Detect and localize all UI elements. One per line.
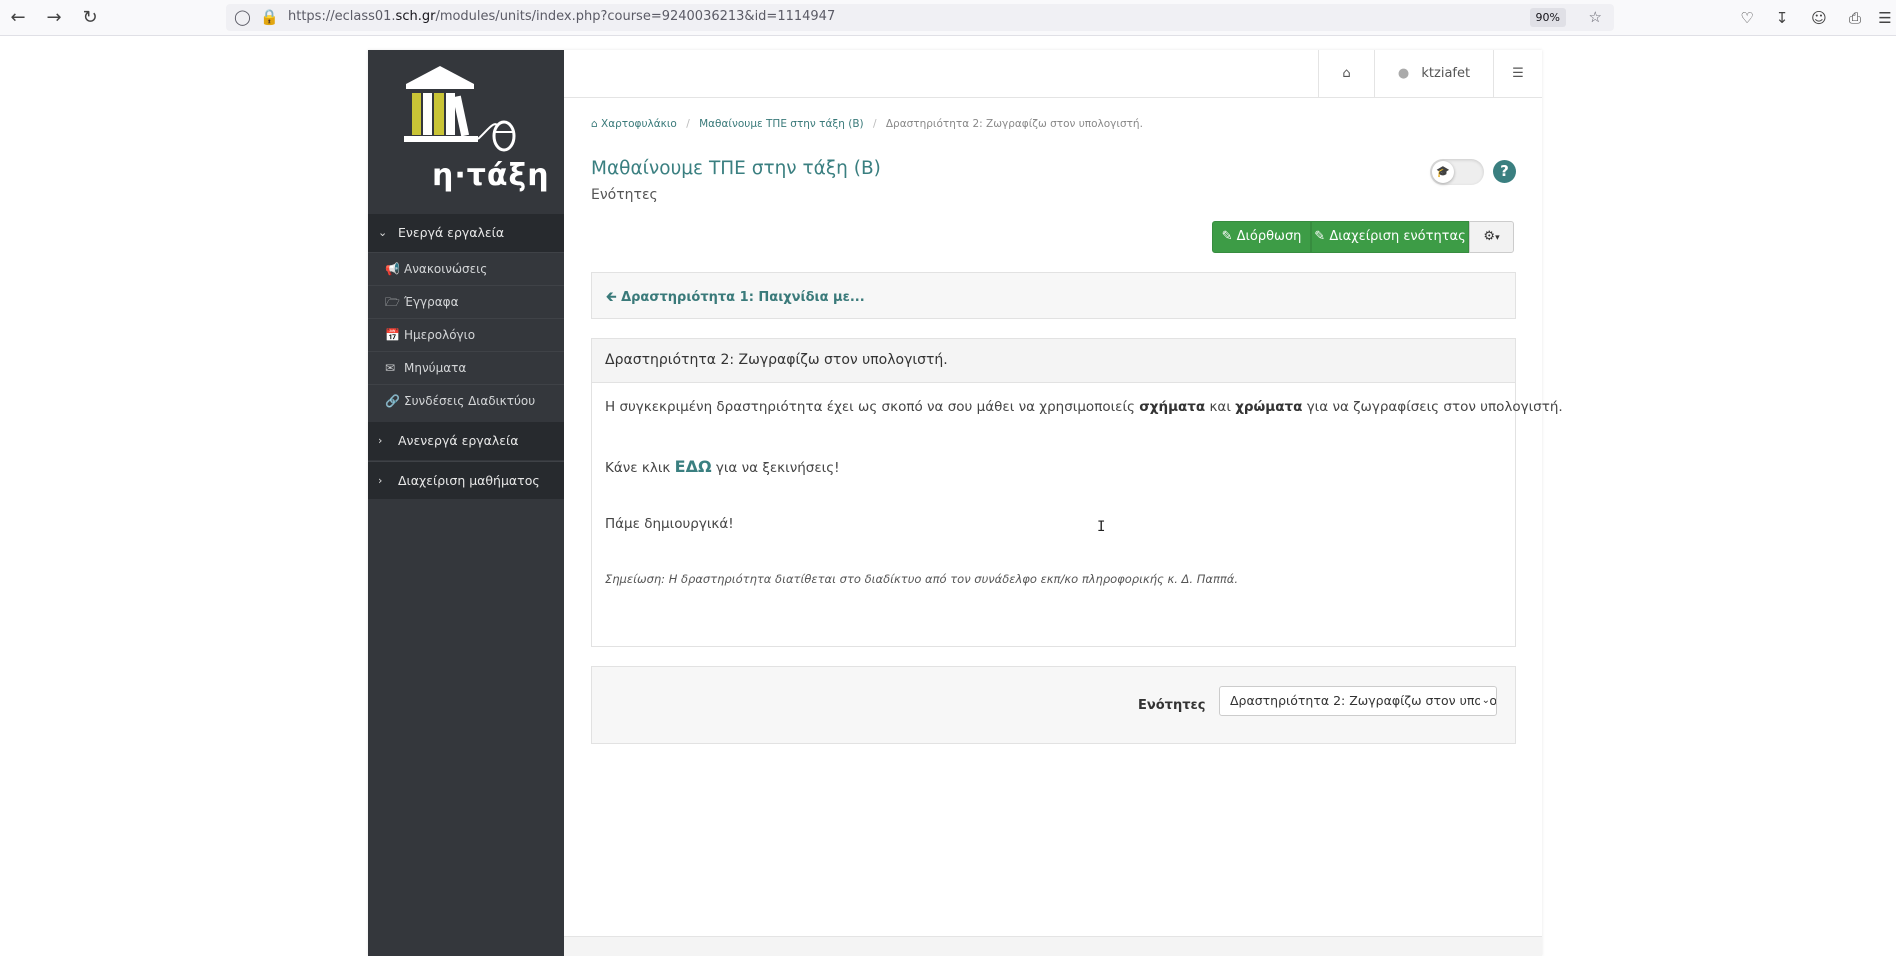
unit-click-instruction: Κάνε κλικ ΕΔΩ για να ξεκινήσεις! <box>605 457 840 476</box>
forward-icon[interactable]: → <box>42 6 66 30</box>
breadcrumb-current: Δραστηριότητα 2: Ζωγραφίζω στον υπολογισ… <box>885 118 1143 130</box>
chevron-down-icon: ⌄ <box>378 226 388 239</box>
breadcrumb: ⌂ Χαρτοφυλάκιο / Μαθαίνουμε ΤΠΕ στην τάξ… <box>591 118 1143 130</box>
unit-description: Η συγκεκριμένη δραστηριότητα έχει ως σκο… <box>605 399 1563 415</box>
shield-icon[interactable]: ◯ <box>234 7 251 27</box>
envelope-icon: ✉ <box>385 361 396 375</box>
chevron-down-icon: ⌄ <box>1479 687 1490 715</box>
folder-icon: 🗁 <box>385 295 400 309</box>
unit-note: Σημείωση: Η δραστηριότητα διατίθεται στο… <box>605 572 1239 586</box>
home-icon[interactable]: ⌂ <box>1318 50 1374 97</box>
text-cursor-icon: I <box>1097 519 1106 535</box>
user-menu[interactable]: ● ktziafet <box>1374 50 1493 97</box>
browser-toolbar: ← → ↻ ◯ 🔒 https://eclass01.sch.gr/module… <box>0 0 1896 36</box>
top-navbar: ⌂ ● ktziafet ☰ <box>564 50 1542 98</box>
breadcrumb-home[interactable]: ⌂ Χαρτοφυλάκιο <box>591 118 677 130</box>
breadcrumb-course[interactable]: Μαθαίνουμε ΤΠΕ στην τάξη (Β) <box>699 118 864 130</box>
download-icon[interactable]: ↧ <box>1771 7 1793 29</box>
chevron-right-icon: › <box>378 434 383 447</box>
calendar-icon: 📅 <box>385 328 400 342</box>
gears-icon: ⚙ <box>1483 229 1496 244</box>
unit-navigation-panel: Ενότητες Δραστηριότητα 2: Ζωγραφίζω στον… <box>591 666 1516 744</box>
unit-motto: Πάμε δημιουργικά! <box>605 516 734 532</box>
help-icon[interactable]: ? <box>1493 160 1516 183</box>
unit-header: Δραστηριότητα 2: Ζωγραφίζω στον υπολογισ… <box>592 339 1515 383</box>
zoom-level-badge[interactable]: 90% <box>1529 8 1566 27</box>
account-icon[interactable]: ☺ <box>1808 7 1830 29</box>
sidebar-group-inactive-tools[interactable]: › Ανενεργά εργαλεία <box>368 422 564 460</box>
bookmark-star-icon[interactable]: ☆ <box>1589 7 1602 27</box>
student-view-toggle[interactable]: 🎓 <box>1430 159 1484 185</box>
sidebar-item-links[interactable]: 🔗 Συνδέσεις Διαδικτύου <box>368 384 564 417</box>
logo-building-icon <box>404 66 516 152</box>
sidebar-group-course-admin[interactable]: › Διαχείριση μαθήματος <box>368 461 564 499</box>
sidebar-item-announcements[interactable]: 📢 Ανακοινώσεις <box>368 252 564 285</box>
unit-select[interactable]: Δραστηριότητα 2: Ζωγραφίζω στον υπολογισ… <box>1219 686 1497 716</box>
unit-content-panel: Δραστηριότητα 2: Ζωγραφίζω στον υπολογισ… <box>591 338 1563 647</box>
lock-icon[interactable]: 🔒 <box>260 7 279 27</box>
page-footer <box>564 936 1542 956</box>
gears-dropdown-button[interactable]: ⚙▾ <box>1469 221 1514 253</box>
logo[interactable]: η·τάξη <box>398 60 549 200</box>
link-icon: 🔗 <box>385 394 400 408</box>
megaphone-icon: 📢 <box>385 262 400 276</box>
username: ktziafet <box>1421 66 1471 81</box>
manage-unit-button[interactable]: ✎ Διαχείριση ενότητας <box>1311 221 1469 253</box>
sidebar: η·τάξη ⌄ Ενεργά εργαλεία 📢 Ανακοινώσεις … <box>368 50 564 956</box>
previous-unit-link[interactable]: 🡰 Δραστηριότητα 1: Παιχνίδια με... <box>606 288 865 310</box>
pocket-icon[interactable]: ♡ <box>1736 7 1758 29</box>
user-icon: ● <box>1397 66 1410 81</box>
page-title[interactable]: Μαθαίνουμε ΤΠΕ στην τάξη (Β) <box>591 158 881 179</box>
edit-icon: ✎ <box>1221 229 1233 244</box>
address-bar[interactable]: ◯ 🔒 https://eclass01.sch.gr/modules/unit… <box>226 4 1614 31</box>
sidebar-item-messages[interactable]: ✉ Μηνύματα <box>368 351 564 384</box>
edit-icon: ✎ <box>1314 229 1326 244</box>
start-activity-link[interactable]: ΕΔΩ <box>675 457 712 476</box>
chevron-right-icon: › <box>378 474 383 487</box>
sidebar-group-active-tools[interactable]: ⌄ Ενεργά εργαλεία <box>368 214 564 252</box>
previous-unit-panel: 🡰 Δραστηριότητα 1: Παιχνίδια με... <box>591 272 1516 319</box>
page-container: η·τάξη ⌄ Ενεργά εργαλεία 📢 Ανακοινώσεις … <box>368 50 1563 956</box>
unit-title: Δραστηριότητα 2: Ζωγραφίζω στον υπολογισ… <box>605 352 948 368</box>
page-subtitle: Ενότητες <box>591 187 658 203</box>
settings-sliders-icon[interactable]: ☰ <box>1493 50 1542 97</box>
home-icon: ⌂ <box>591 118 602 130</box>
caret-down-icon: ▾ <box>1495 233 1500 243</box>
menu-icon[interactable]: ☰ <box>1874 7 1896 29</box>
edit-button[interactable]: ✎ Διόρθωση <box>1212 221 1311 253</box>
back-icon[interactable]: ← <box>6 6 30 30</box>
reload-icon[interactable]: ↻ <box>78 6 102 30</box>
url-text[interactable]: https://eclass01.sch.gr/modules/units/in… <box>288 9 835 24</box>
sidebar-item-documents[interactable]: 🗁 Έγγραφα <box>368 285 564 318</box>
extensions-icon[interactable]: ⎙ <box>1844 7 1866 29</box>
graduation-cap-icon: 🎓 <box>1432 161 1454 183</box>
logo-text: η·τάξη <box>432 158 550 193</box>
units-label: Ενότητες <box>1138 698 1206 713</box>
arrow-left-icon: 🡰 <box>606 290 622 305</box>
sidebar-item-calendar[interactable]: 📅 Ημερολόγιο <box>368 318 564 351</box>
